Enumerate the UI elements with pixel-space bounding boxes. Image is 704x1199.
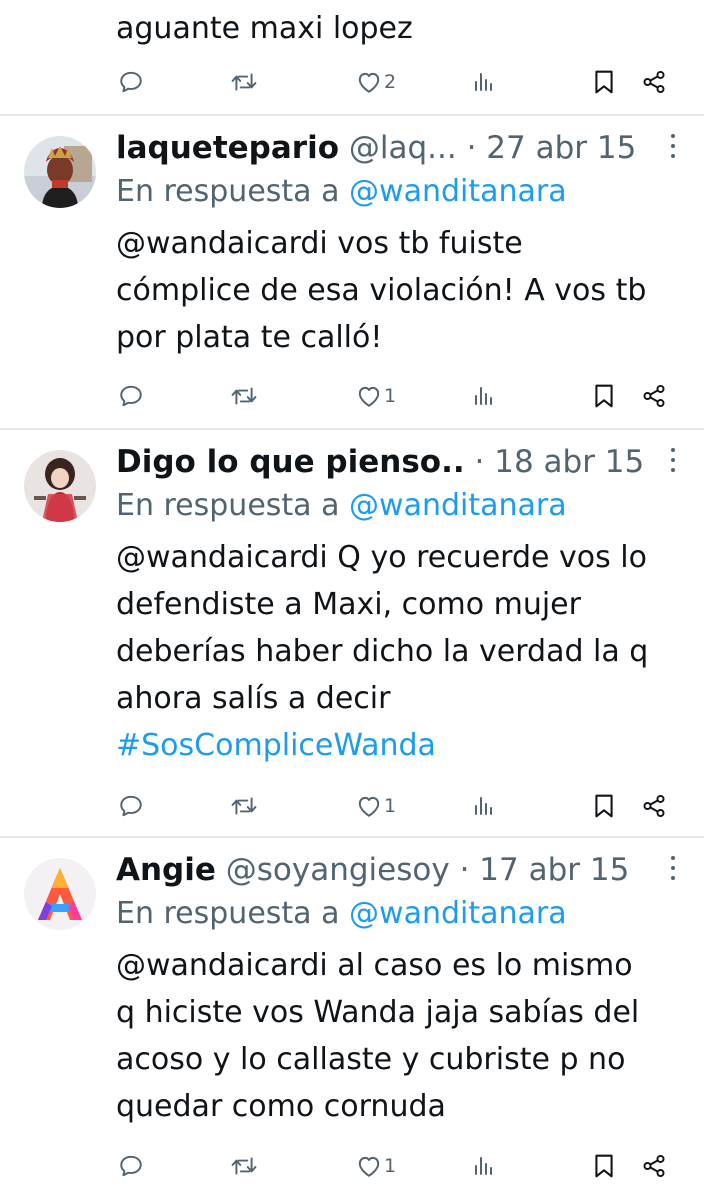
reply-context: En respuesta a @wanditanara xyxy=(116,896,567,931)
retweet-button[interactable] xyxy=(229,378,259,414)
timestamp[interactable]: · 18 abr 15 xyxy=(475,444,645,480)
share-button[interactable] xyxy=(641,64,667,100)
retweet-button[interactable] xyxy=(229,1148,259,1184)
divider xyxy=(0,114,704,116)
tweet-text: @wandaicardi al caso es lo mismo q hicis… xyxy=(116,948,640,1124)
reply-icon xyxy=(120,795,142,817)
like-icon xyxy=(358,386,380,407)
reply-icon xyxy=(120,1155,142,1177)
views-button[interactable] xyxy=(472,378,496,414)
views-button[interactable] xyxy=(472,64,496,100)
like-count: 2 xyxy=(384,71,397,93)
tweet-actions: 2 xyxy=(0,64,704,100)
reply-context: En respuesta a @wanditanara xyxy=(116,174,567,209)
views-icon xyxy=(475,797,492,815)
like-count: 1 xyxy=(384,795,397,817)
tweet-text: @wandaicardi vos tb fuiste cómplice de e… xyxy=(116,226,647,355)
share-button[interactable] xyxy=(641,1148,667,1184)
tweet-header: laquetepario @laq... · 27 abr 15 xyxy=(116,126,676,170)
share-icon xyxy=(643,794,665,818)
retweet-button[interactable] xyxy=(229,788,259,824)
display-name[interactable]: laquetepario xyxy=(116,130,339,166)
views-icon xyxy=(475,1157,492,1175)
reply-button[interactable] xyxy=(118,788,144,824)
tweet-actions: 1 xyxy=(0,788,704,824)
reply-to-link[interactable]: @wanditanara xyxy=(349,488,567,523)
tweet[interactable]: Angie @soyangiesoy · 17 abr 15 En respue… xyxy=(0,848,704,1199)
tweet[interactable]: laquetepario @laq... · 27 abr 15 En resp… xyxy=(0,126,704,430)
bookmark-button[interactable] xyxy=(593,1148,615,1184)
like-button[interactable]: 1 xyxy=(356,378,396,414)
username[interactable]: @laq... xyxy=(349,130,457,166)
retweet-icon xyxy=(231,797,257,815)
retweet-icon xyxy=(231,387,257,405)
views-icon xyxy=(475,73,492,91)
like-icon xyxy=(358,796,380,817)
tweet[interactable]: Digo lo que pienso.. · 18 abr 15 En resp… xyxy=(0,440,704,836)
divider xyxy=(0,836,704,838)
reply-button[interactable] xyxy=(118,1148,144,1184)
tweet-actions: 1 xyxy=(0,1148,704,1184)
tweet-text: @wandaicardi Q yo recuerde vos lo defend… xyxy=(116,534,686,769)
bookmark-icon xyxy=(595,70,613,94)
like-icon xyxy=(358,1156,380,1177)
tweet-text: aguante maxi lopez xyxy=(116,11,413,46)
divider xyxy=(0,428,704,430)
retweet-icon xyxy=(231,73,257,91)
more-icon[interactable] xyxy=(668,856,678,884)
display-name[interactable]: Digo lo que pienso.. xyxy=(116,444,465,480)
bookmark-icon xyxy=(595,384,613,408)
avatar[interactable] xyxy=(24,450,96,522)
tweet-header: Angie @soyangiesoy · 17 abr 15 xyxy=(116,848,676,892)
avatar[interactable] xyxy=(24,136,96,208)
reply-to-link[interactable]: @wanditanara xyxy=(349,174,567,209)
like-count: 1 xyxy=(384,1155,397,1177)
bookmark-button[interactable] xyxy=(593,378,615,414)
timestamp[interactable]: · 17 abr 15 xyxy=(460,852,630,888)
reply-button[interactable] xyxy=(118,64,144,100)
share-button[interactable] xyxy=(641,378,667,414)
bookmark-icon xyxy=(595,794,613,818)
retweet-icon xyxy=(231,1157,257,1175)
more-icon[interactable] xyxy=(668,448,678,476)
reply-icon xyxy=(120,385,142,407)
views-button[interactable] xyxy=(472,1148,496,1184)
like-count: 1 xyxy=(384,385,397,407)
username[interactable]: @soyangiesoy xyxy=(226,852,450,888)
reply-button[interactable] xyxy=(118,378,144,414)
hashtag-link[interactable]: #SosCompliceWanda xyxy=(116,722,686,769)
retweet-button[interactable] xyxy=(229,64,259,100)
tweet-header: Digo lo que pienso.. · 18 abr 15 xyxy=(116,440,676,484)
like-button[interactable]: 1 xyxy=(356,788,396,824)
display-name[interactable]: Angie xyxy=(116,852,216,888)
like-button[interactable]: 1 xyxy=(356,1148,396,1184)
views-icon xyxy=(475,387,492,405)
tweet-actions: 1 xyxy=(0,378,704,414)
share-button[interactable] xyxy=(641,788,667,824)
tweet[interactable]: aguante maxi lopez 2 xyxy=(0,0,704,114)
bookmark-icon xyxy=(595,1154,613,1178)
reply-icon xyxy=(120,71,142,93)
share-icon xyxy=(643,1154,665,1178)
timestamp[interactable]: · 27 abr 15 xyxy=(467,130,637,166)
share-icon xyxy=(643,70,665,94)
share-icon xyxy=(643,384,665,408)
bookmark-button[interactable] xyxy=(593,788,615,824)
like-button[interactable]: 2 xyxy=(356,64,396,100)
more-icon[interactable] xyxy=(668,134,678,162)
like-icon xyxy=(358,72,380,93)
reply-to-link[interactable]: @wanditanara xyxy=(349,896,567,931)
bookmark-button[interactable] xyxy=(593,64,615,100)
views-button[interactable] xyxy=(472,788,496,824)
avatar[interactable] xyxy=(24,858,96,930)
reply-context: En respuesta a @wanditanara xyxy=(116,488,567,523)
